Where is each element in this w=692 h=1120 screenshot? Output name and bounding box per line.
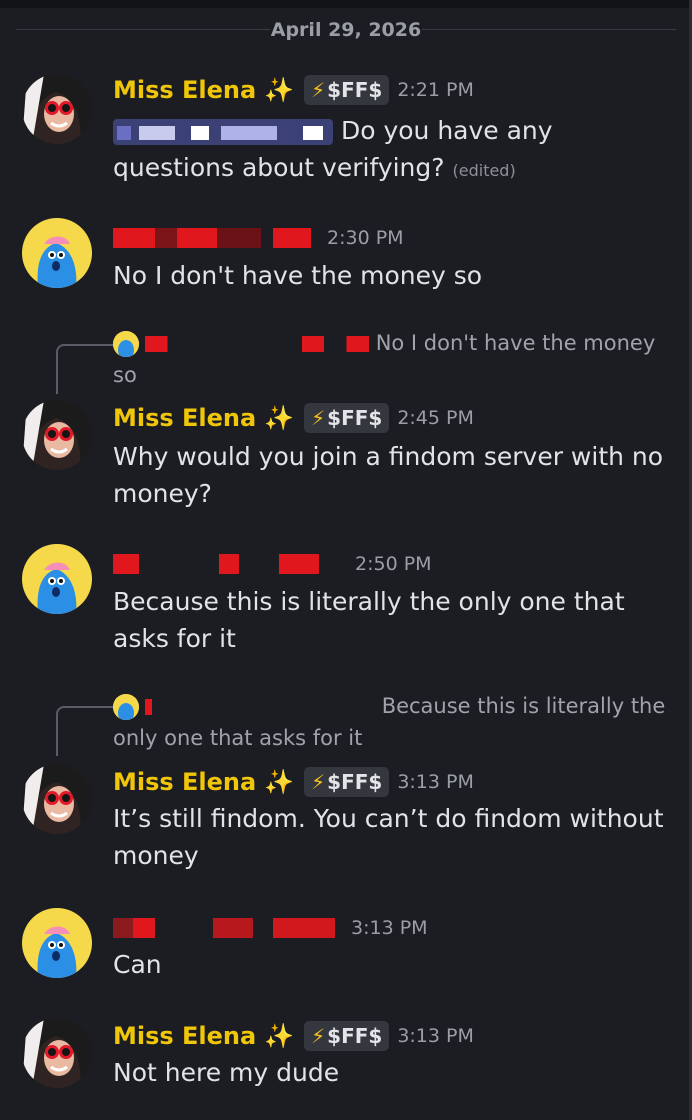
timestamp: 2:50 PM — [355, 553, 432, 575]
user-avatar[interactable] — [22, 218, 92, 288]
user-mention[interactable] — [113, 119, 333, 145]
author-name[interactable]: Miss Elena — [113, 1022, 256, 1050]
message-header: 2:50 PM — [113, 546, 432, 582]
reply-avatar — [113, 331, 139, 357]
server-tag-label: $FF$ — [327, 406, 383, 430]
user-avatar[interactable] — [22, 908, 92, 978]
lightning-icon: ⚡ — [311, 406, 326, 430]
message-text: Why would you join a findom server with … — [113, 442, 664, 508]
timestamp: 3:13 PM — [351, 917, 428, 939]
timestamp: 3:13 PM — [397, 1025, 474, 1047]
reply-preview[interactable]: Because this is literally the only one t… — [113, 690, 666, 754]
message-text: Not here my dude — [113, 1058, 340, 1087]
timestamp: 3:13 PM — [397, 771, 474, 793]
server-tag[interactable]: ⚡ $FF$ — [304, 1021, 390, 1051]
message-text: Can — [113, 950, 162, 979]
reply-avatar — [113, 694, 139, 720]
server-tag-label: $FF$ — [327, 1024, 383, 1048]
redacted-reply-author — [145, 699, 375, 715]
elena-avatar[interactable] — [22, 1018, 92, 1088]
redacted-reply-author — [145, 336, 369, 352]
timestamp: 2:30 PM — [327, 227, 404, 249]
sparkles-icon: ✨ — [264, 76, 295, 104]
timestamp: 2:45 PM — [397, 407, 474, 429]
redacted-username — [113, 918, 335, 938]
redacted-username — [113, 228, 311, 248]
elena-avatar[interactable] — [22, 74, 92, 144]
author-name[interactable]: Miss Elena — [113, 768, 256, 796]
message-header: 2:30 PM — [113, 220, 404, 256]
server-tag-label: $FF$ — [327, 770, 383, 794]
user-avatar[interactable] — [22, 544, 92, 614]
reply-preview[interactable]: No I don't have the money so — [113, 327, 666, 391]
message-header: Miss Elena ✨ ⚡ $FF$ 3:13 PM — [113, 764, 474, 800]
server-tag-label: $FF$ — [327, 78, 383, 102]
sparkles-icon: ✨ — [264, 404, 295, 432]
elena-avatar[interactable] — [22, 764, 92, 834]
sparkles-icon: ✨ — [264, 768, 295, 796]
message-text: No I don't have the money so — [113, 261, 483, 290]
date-divider: April 29, 2026 — [270, 18, 422, 42]
reply-spine — [56, 344, 114, 394]
author-name[interactable]: Miss Elena — [113, 76, 256, 104]
message-header: Miss Elena ✨ ⚡ $FF$ 3:13 PM — [113, 1018, 474, 1054]
timestamp: 2:21 PM — [397, 79, 474, 101]
server-tag[interactable]: ⚡ $FF$ — [304, 75, 390, 105]
reply-spine — [56, 706, 114, 756]
message-header: Miss Elena ✨ ⚡ $FF$ 2:45 PM — [113, 400, 474, 436]
author-name[interactable]: Miss Elena — [113, 404, 256, 432]
sparkles-icon: ✨ — [264, 1022, 295, 1050]
message-content: Do you have any questions about verifyin… — [113, 112, 668, 189]
lightning-icon: ⚡ — [311, 78, 326, 102]
lightning-icon: ⚡ — [311, 770, 326, 794]
message-text: Because this is literally the only one t… — [113, 587, 625, 653]
message-text: It’s still findom. You can’t do findom w… — [113, 804, 664, 870]
top-bar — [0, 0, 692, 8]
redacted-username — [113, 554, 319, 574]
message-header: 3:13 PM — [113, 910, 428, 946]
server-tag[interactable]: ⚡ $FF$ — [304, 403, 390, 433]
server-tag[interactable]: ⚡ $FF$ — [304, 767, 390, 797]
elena-avatar[interactable] — [22, 400, 92, 470]
edited-label: (edited) — [452, 161, 516, 180]
lightning-icon: ⚡ — [311, 1024, 326, 1048]
message-header: Miss Elena ✨ ⚡ $FF$ 2:21 PM — [113, 72, 474, 108]
